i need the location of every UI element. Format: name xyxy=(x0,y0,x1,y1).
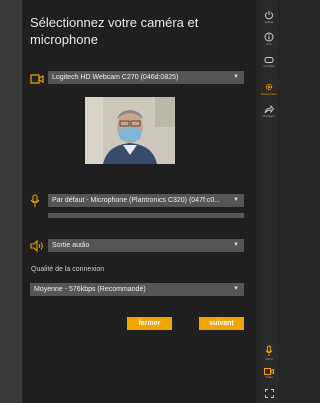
mic-level-meter xyxy=(48,213,244,218)
close-button[interactable]: fermer xyxy=(127,317,172,330)
sidebar-item-quit[interactable]: Quitter xyxy=(260,10,278,24)
mic-icon xyxy=(265,345,273,356)
fullscreen-icon xyxy=(264,389,274,398)
next-button[interactable]: suivant xyxy=(199,317,244,330)
sidebar-item-settings[interactable]: Paramètres xyxy=(260,82,278,96)
camera-select-value: Logitech HD Webcam C270 (046d:0825) xyxy=(52,74,179,81)
camera-select[interactable]: Logitech HD Webcam C270 (046d:0825) ▼ xyxy=(48,71,244,84)
sidebar-item-share[interactable]: Partager xyxy=(260,104,278,118)
right-sidebar: Quitter Info Contrôle Paramètres Partage… xyxy=(260,0,278,403)
quality-select[interactable]: Moyenne - 576kbps (Recommandé) ▼ xyxy=(30,283,244,296)
chevron-down-icon: ▼ xyxy=(233,74,239,80)
info-icon xyxy=(264,32,274,42)
camera-row xyxy=(30,71,44,89)
sidebar-caption: Vidéo xyxy=(265,375,273,379)
sidebar-caption: Quitter xyxy=(264,20,274,24)
speaker-icon xyxy=(30,239,44,257)
camera-icon xyxy=(30,71,44,89)
sidebar-item-info[interactable]: Info xyxy=(260,32,278,46)
audio-row xyxy=(30,239,44,257)
gamepad-icon xyxy=(264,57,274,63)
microphone-icon xyxy=(30,194,40,213)
video-icon xyxy=(264,368,274,375)
chevron-down-icon: ▼ xyxy=(233,197,239,203)
sidebar-caption: Micro xyxy=(265,357,273,361)
camera-preview xyxy=(85,97,175,164)
audio-output-select[interactable]: Sortie audio ▼ xyxy=(48,239,244,252)
sidebar-caption: Info xyxy=(266,42,272,46)
microphone-select[interactable]: Par défaut - Microphone (Plantronics C32… xyxy=(48,194,244,207)
sidebar-caption: Contrôle xyxy=(263,64,275,68)
quality-select-value: Moyenne - 576kbps (Recommandé) xyxy=(34,286,146,293)
sidebar-caption: Paramètres xyxy=(261,92,277,96)
left-edge xyxy=(0,0,22,403)
sidebar-item-fullscreen[interactable] xyxy=(260,389,278,398)
chevron-down-icon: ▼ xyxy=(233,242,239,248)
person-with-mask-image xyxy=(85,97,175,164)
sidebar-item-video[interactable]: Vidéo xyxy=(260,368,278,379)
power-icon xyxy=(265,11,273,20)
quality-label: Qualité de la connexion xyxy=(31,266,105,273)
sidebar-item-control[interactable]: Contrôle xyxy=(260,56,278,68)
share-icon xyxy=(264,104,274,114)
dialog-title: Sélectionnez votre caméra et microphone xyxy=(30,15,199,47)
microphone-select-value: Par défaut - Microphone (Plantronics C32… xyxy=(52,197,221,204)
sidebar-caption: Partager xyxy=(263,114,275,118)
sidebar-item-mic[interactable]: Micro xyxy=(260,345,278,361)
gear-icon xyxy=(265,83,273,91)
mic-row xyxy=(30,194,40,213)
audio-output-select-value: Sortie audio xyxy=(52,242,90,249)
chevron-down-icon: ▼ xyxy=(233,286,239,292)
